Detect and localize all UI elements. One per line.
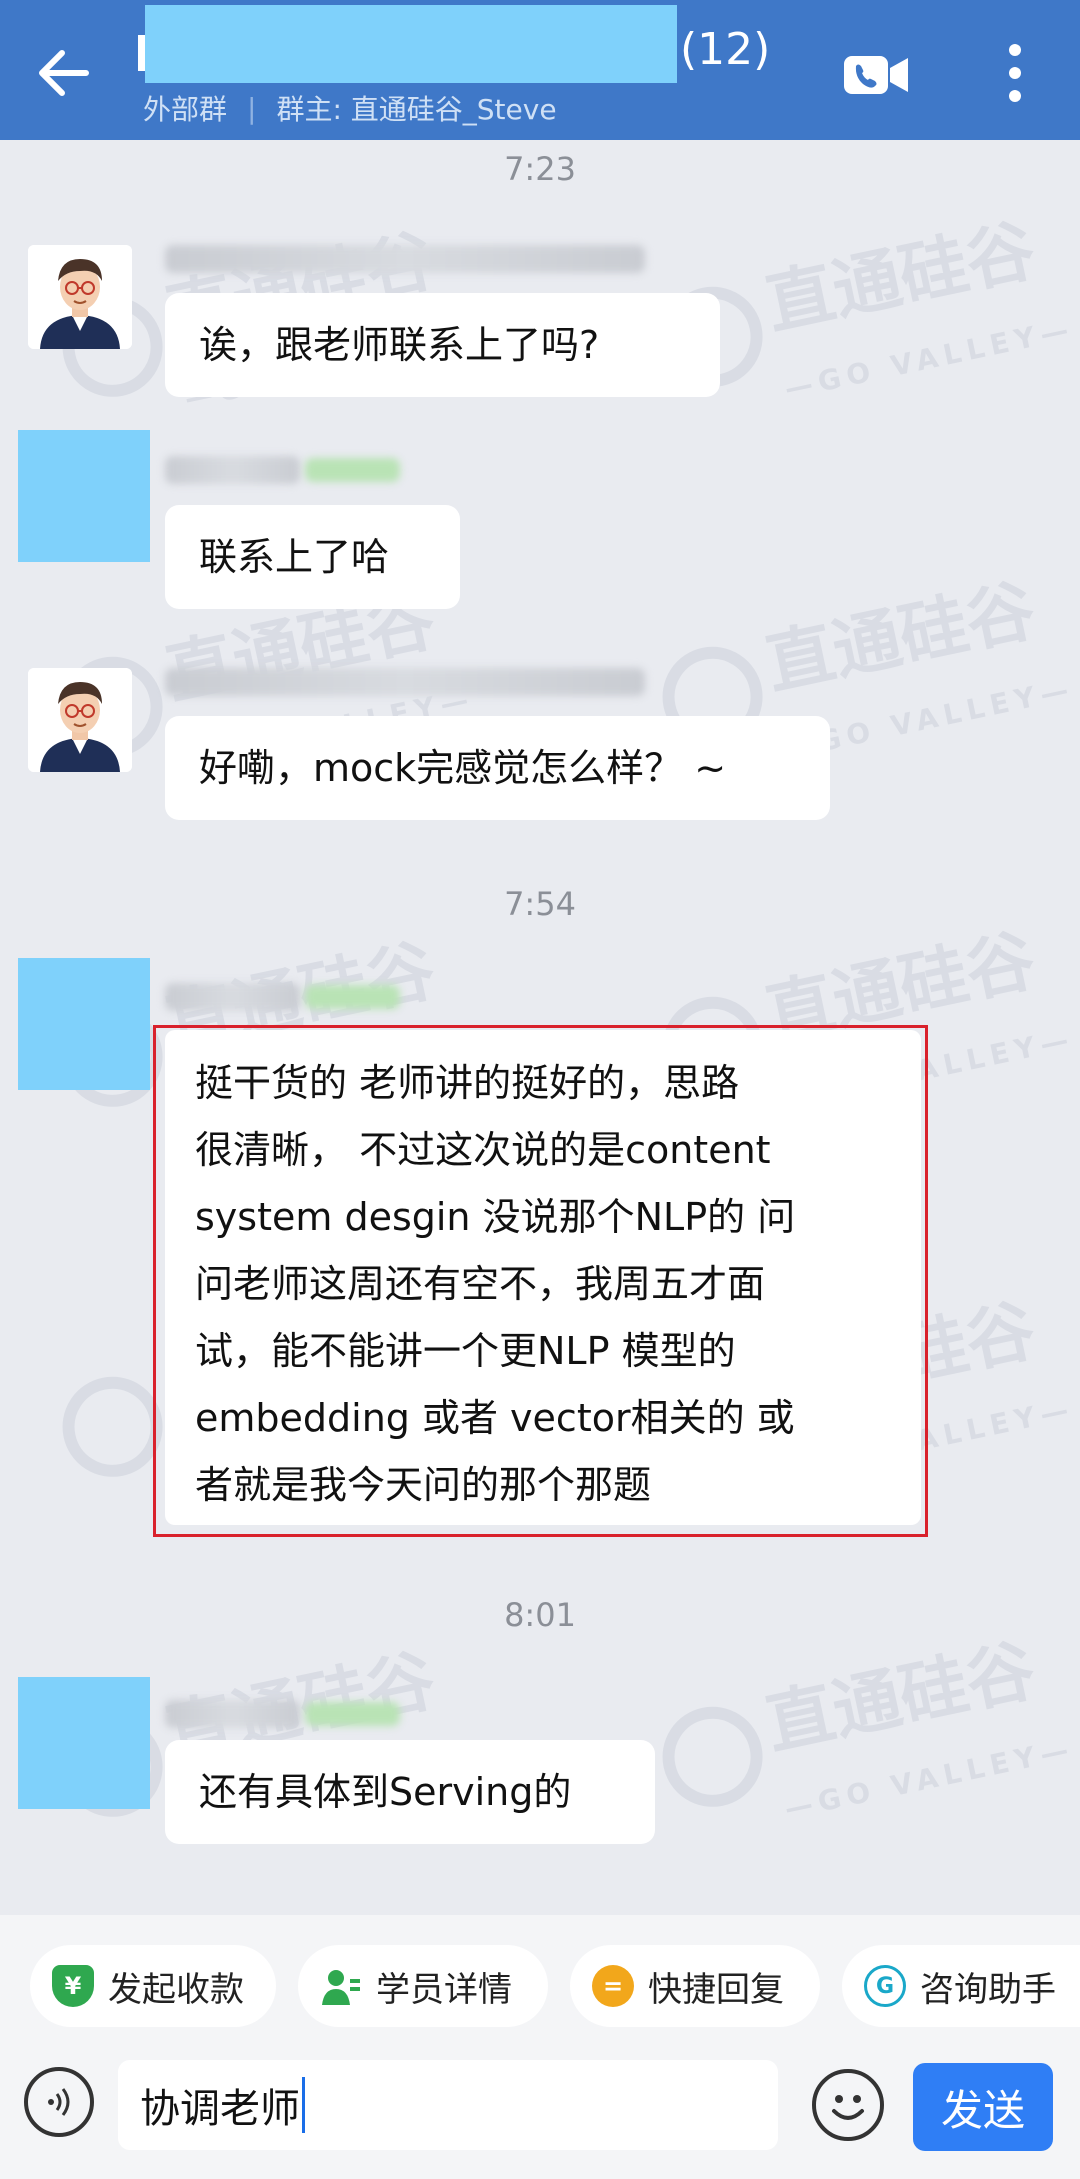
text-caret (302, 2077, 305, 2133)
user-card-icon (320, 1965, 362, 2007)
assistant-g-icon: G (864, 1965, 906, 2007)
yuan-shield-icon: ¥ (52, 1965, 94, 2007)
video-call-button[interactable] (842, 50, 912, 100)
avatar-illustration (28, 668, 132, 772)
chip-label: 咨询助手 (920, 1969, 1056, 2010)
message-input[interactable]: 协调老师 (118, 2060, 778, 2150)
avatar-illustration (28, 245, 132, 349)
sender-name-redacted (165, 245, 645, 273)
sender-tag-redacted (305, 458, 400, 482)
student-details-chip[interactable]: 学员详情 (298, 1945, 548, 2027)
timestamp: 7:54 (504, 885, 576, 923)
collect-payment-chip[interactable]: ¥ 发起收款 (30, 1945, 276, 2027)
sender-tag-redacted (305, 985, 400, 1009)
message-bubble[interactable]: 好嘞，mock完感觉怎么样？ ~ (165, 716, 830, 820)
group-subtitle: 外部群 | 群主: 直通硅谷_Steve (143, 88, 557, 128)
back-button[interactable] (30, 38, 100, 108)
sender-tag-redacted (305, 1702, 400, 1726)
avatar[interactable] (18, 430, 150, 562)
divider: | (247, 91, 257, 125)
red-highlight-box (153, 1025, 928, 1537)
watermark: 直通硅谷—GO VALLEY— (648, 1610, 1077, 1848)
sender-name-redacted (165, 456, 300, 484)
avatar[interactable] (18, 1677, 150, 1809)
voice-input-button[interactable] (24, 2067, 94, 2137)
chip-label: 学员详情 (376, 1969, 512, 2010)
sender-name-redacted (165, 983, 300, 1011)
message-bubble[interactable]: 诶，跟老师联系上了吗? (165, 293, 720, 397)
timestamp: 8:01 (504, 1596, 576, 1634)
redacted-group-name (145, 5, 677, 83)
chip-label: 快捷回复 (648, 1969, 784, 2010)
sender-name-redacted (165, 1700, 300, 1728)
more-options-button[interactable] (1000, 40, 1030, 106)
avatar[interactable] (28, 668, 132, 772)
message-bubble[interactable]: 还有具体到Serving的 (165, 1740, 655, 1844)
arrow-left-icon (39, 50, 89, 96)
avatar[interactable] (18, 958, 150, 1090)
emoji-button[interactable] (812, 2069, 884, 2141)
chat-header: (12) 外部群 | 群主: 直通硅谷_Steve (0, 0, 1080, 140)
sender-name-redacted (165, 668, 645, 696)
timestamp: 7:23 (504, 150, 576, 188)
send-button[interactable]: 发送 (913, 2063, 1053, 2151)
avatar[interactable] (28, 245, 132, 349)
smiley-icon (832, 2095, 864, 2120)
more-vertical-icon (1009, 44, 1021, 102)
consult-assistant-chip[interactable]: G 咨询助手 (842, 1945, 1080, 2027)
video-call-icon (844, 56, 908, 94)
member-count: (12) (680, 24, 771, 75)
quick-reply-icon: = (592, 1965, 634, 2007)
message-input-text: 协调老师 (140, 2086, 300, 2132)
quick-reply-chip[interactable]: = 快捷回复 (570, 1945, 820, 2027)
group-owner-label: 群主: 直通硅谷_Steve (276, 93, 557, 126)
message-bubble[interactable]: 联系上了哈 (165, 505, 460, 609)
voice-wave-icon (48, 2088, 70, 2116)
group-type-label: 外部群 (143, 93, 228, 126)
chip-label: 发起收款 (108, 1969, 244, 2010)
